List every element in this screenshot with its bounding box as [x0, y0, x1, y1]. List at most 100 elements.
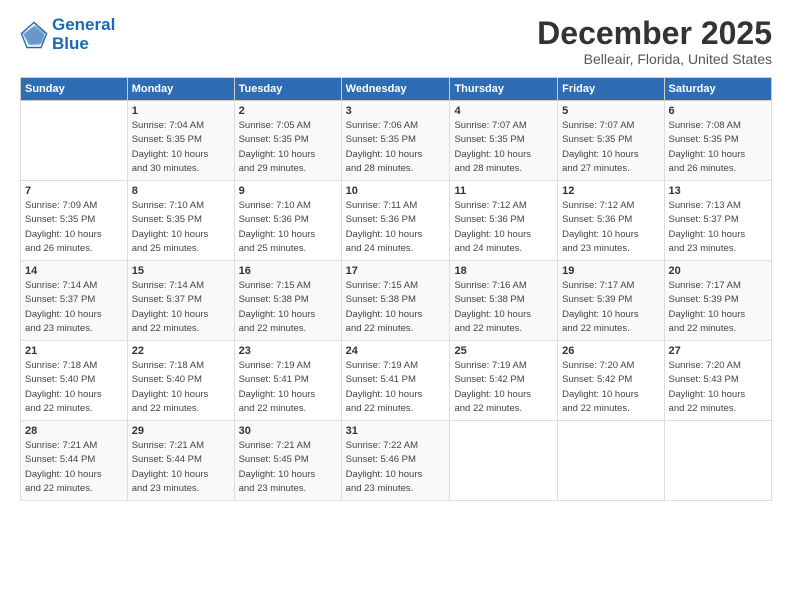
calendar-cell: 19 Sunrise: 7:17 AMSunset: 5:39 PMDayligh…	[558, 261, 664, 341]
sunset-label: Sunset: 5:36 PM	[454, 214, 524, 225]
day-info: Sunrise: 7:22 AMSunset: 5:46 PMDaylight:…	[346, 439, 446, 496]
sunrise-label: Sunrise: 7:19 AM	[346, 360, 418, 371]
day-number: 2	[239, 105, 337, 117]
day-number: 16	[239, 265, 337, 277]
daylight-label: Daylight: 10 hours	[454, 389, 531, 400]
logo-icon	[20, 21, 48, 49]
calendar-week-5: 28Sunrise: 7:21 AMSunset: 5:44 PMDayligh…	[21, 421, 772, 501]
sunrise-label: Sunrise: 7:07 AM	[562, 120, 634, 131]
day-info: Sunrise: 7:17 AMSunset: 5:39 PMDaylight:…	[669, 279, 767, 336]
day-number: 5	[562, 105, 659, 117]
daylight-label: Daylight: 10 hours	[669, 309, 746, 320]
sunrise-label: Sunrise: 7:14 AM	[132, 280, 204, 291]
calendar-cell: 14Sunrise: 7:14 AMSunset: 5:37 PMDayligh…	[21, 261, 128, 341]
daylight-minutes: and 22 minutes.	[346, 403, 414, 414]
calendar-cell: 26Sunrise: 7:20 AMSunset: 5:42 PMDayligh…	[558, 341, 664, 421]
day-info: Sunrise: 7:06 AMSunset: 5:35 PMDaylight:…	[346, 119, 446, 176]
daylight-label: Daylight: 10 hours	[132, 229, 209, 240]
sunrise-label: Sunrise: 7:12 AM	[454, 200, 526, 211]
day-number: 28	[25, 425, 123, 437]
day-info: Sunrise: 7:14 AM Sunset: 5:37 PM Daylight:…	[132, 279, 230, 336]
sunset-label: Sunset: 5:38 PM	[346, 294, 416, 305]
daylight-minutes: and 23 minutes.	[132, 483, 200, 494]
sunrise-label: Sunrise: 7:18 AM	[132, 360, 204, 371]
day-number: 17	[346, 265, 446, 277]
calendar-cell: 30 Sunrise: 7:21 AMSunset: 5:45 PMDayligh…	[234, 421, 341, 501]
calendar-week-3: 14Sunrise: 7:14 AMSunset: 5:37 PMDayligh…	[21, 261, 772, 341]
col-saturday: Saturday	[664, 78, 771, 101]
calendar-cell: 20Sunrise: 7:17 AMSunset: 5:39 PMDayligh…	[664, 261, 771, 341]
month-title: December 2025	[537, 16, 772, 51]
daylight-label: Daylight: 10 hours	[454, 309, 531, 320]
sunrise-label: Sunrise: 7:17 AM	[669, 280, 741, 291]
sunrise-label: Sunrise: 7:11 AM	[346, 200, 418, 211]
calendar-cell: 7Sunrise: 7:09 AMSunset: 5:35 PMDaylight…	[21, 181, 128, 261]
daylight-label: Daylight: 10 hours	[346, 309, 423, 320]
day-info: Sunrise: 7:10 AMSunset: 5:36 PMDaylight:…	[239, 199, 337, 256]
day-number: 11	[454, 185, 553, 197]
day-info: Sunrise: 7:18 AMSunset: 5:40 PMDaylight:…	[132, 359, 230, 416]
sunrise-label: Sunrise: 7:15 AM	[239, 280, 311, 291]
sunset-label: Sunset: 5:45 PM	[239, 454, 309, 465]
daylight-label: Daylight: 10 hours	[25, 309, 102, 320]
calendar-cell	[664, 421, 771, 501]
day-number: 19	[562, 265, 659, 277]
day-number: 30	[239, 425, 337, 437]
calendar-cell: 23Sunrise: 7:19 AMSunset: 5:41 PMDayligh…	[234, 341, 341, 421]
daylight-minutes: and 27 minutes.	[562, 163, 630, 174]
calendar-week-1: 1Sunrise: 7:04 AMSunset: 5:35 PMDaylight…	[21, 101, 772, 181]
sunset-label: Sunset: 5:41 PM	[239, 374, 309, 385]
sunrise-label: Sunrise: 7:19 AM	[239, 360, 311, 371]
daylight-label: Daylight: 10 hours	[239, 469, 316, 480]
daylight-label: Daylight: 10 hours	[132, 309, 209, 320]
sunrise-label: Sunrise: 7:10 AM	[239, 200, 311, 211]
daylight-minutes: and 25 minutes.	[239, 243, 307, 254]
calendar-cell	[21, 101, 128, 181]
calendar-cell: 11 Sunrise: 7:12 AM Sunset: 5:36 PM Dayligh…	[450, 181, 558, 261]
day-number: 9	[239, 185, 337, 197]
day-info: Sunrise: 7:11 AMSunset: 5:36 PMDaylight:…	[346, 199, 446, 256]
sunset-label: Sunset: 5:40 PM	[25, 374, 95, 385]
sunrise-label: Sunrise: 7:09 AM	[25, 200, 97, 211]
sunrise-label: Sunrise: 7:05 AM	[239, 120, 311, 131]
sunrise-label: Sunrise: 7:14 AM	[25, 280, 97, 291]
sunset-label: Sunset: 5:37 PM	[132, 294, 202, 305]
daylight-label: Daylight: 10 hours	[562, 389, 639, 400]
day-number: 15	[132, 265, 230, 277]
calendar-cell: 29Sunrise: 7:21 AMSunset: 5:44 PMDayligh…	[127, 421, 234, 501]
daylight-label: Daylight: 10 hours	[239, 309, 316, 320]
daylight-minutes: and 23 minutes.	[25, 323, 93, 334]
daylight-minutes: and 22 minutes.	[132, 323, 200, 334]
daylight-minutes: and 23 minutes.	[669, 243, 737, 254]
calendar-cell: 27Sunrise: 7:20 AMSunset: 5:43 PMDayligh…	[664, 341, 771, 421]
daylight-label: Daylight: 10 hours	[239, 149, 316, 160]
calendar-week-4: 21Sunrise: 7:18 AMSunset: 5:40 PMDayligh…	[21, 341, 772, 421]
calendar-cell: 3Sunrise: 7:06 AMSunset: 5:35 PMDaylight…	[341, 101, 450, 181]
day-info: Sunrise: 7:08 AMSunset: 5:35 PMDaylight:…	[669, 119, 767, 176]
sunrise-label: Sunrise: 7:20 AM	[669, 360, 741, 371]
day-number: 27	[669, 345, 767, 357]
day-info: Sunrise: 7:15 AMSunset: 5:38 PMDaylight:…	[239, 279, 337, 336]
daylight-label: Daylight: 10 hours	[454, 229, 531, 240]
calendar-cell: 18Sunrise: 7:16 AMSunset: 5:38 PMDayligh…	[450, 261, 558, 341]
sunrise-label: Sunrise: 7:12 AM	[562, 200, 634, 211]
day-number: 4	[454, 105, 553, 117]
sunrise-label: Sunrise: 7:20 AM	[562, 360, 634, 371]
daylight-label: Daylight: 10 hours	[132, 389, 209, 400]
day-info: Sunrise: 7:05 AMSunset: 5:35 PMDaylight:…	[239, 119, 337, 176]
sunset-label: Sunset: 5:46 PM	[346, 454, 416, 465]
daylight-label: Daylight: 10 hours	[669, 389, 746, 400]
calendar-cell: 9 Sunrise: 7:10 AMSunset: 5:36 PMDaylight…	[234, 181, 341, 261]
calendar-cell: 5Sunrise: 7:07 AMSunset: 5:35 PMDaylight…	[558, 101, 664, 181]
sunrise-label: Sunrise: 7:21 AM	[25, 440, 97, 451]
calendar-cell: 6Sunrise: 7:08 AMSunset: 5:35 PMDaylight…	[664, 101, 771, 181]
day-info: Sunrise: 7:21 AMSunset: 5:45 PMDaylight:…	[239, 439, 337, 496]
calendar-table: Sunday Monday Tuesday Wednesday Thursday…	[20, 77, 772, 501]
day-number: 23	[239, 345, 337, 357]
sunrise-label: Sunrise: 7:13 AM	[669, 200, 741, 211]
calendar-cell: 22Sunrise: 7:18 AMSunset: 5:40 PMDayligh…	[127, 341, 234, 421]
day-info: Sunrise: 7:17 AMSunset: 5:39 PMDaylight:…	[562, 279, 659, 336]
calendar-cell	[558, 421, 664, 501]
sunrise-label: Sunrise: 7:21 AM	[132, 440, 204, 451]
daylight-label: Daylight: 10 hours	[669, 149, 746, 160]
